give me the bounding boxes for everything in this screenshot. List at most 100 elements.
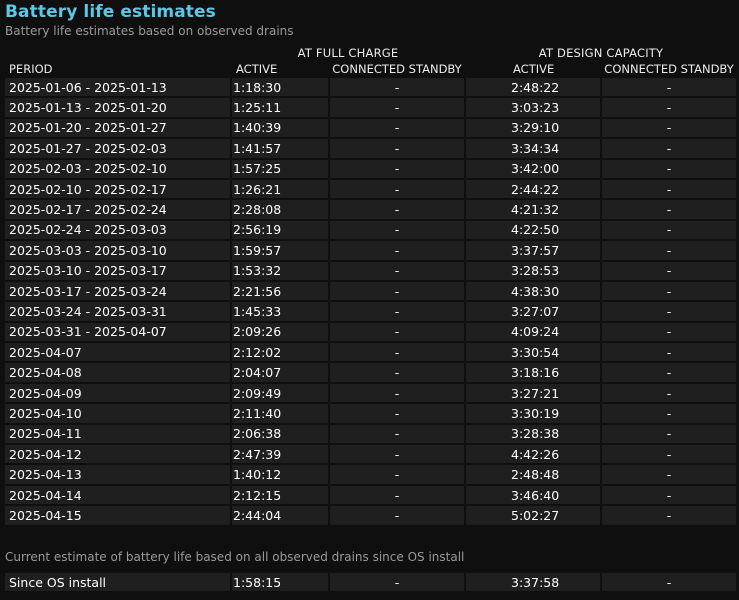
full-charge-active-cell: 1:57:25 (232, 159, 328, 178)
table-row: 2025-02-03 - 2025-02-10 1:57:25-3:42:00- (5, 159, 737, 178)
header-at-full-charge: AT FULL CHARGE (297, 46, 399, 60)
design-capacity-standby-cell: - (602, 281, 737, 301)
full-charge-active-cell: 1:45:33 (232, 302, 328, 321)
group-header-row: AT FULL CHARGE AT DESIGN CAPACITY (5, 46, 736, 60)
full-charge-standby-cell: - (330, 200, 465, 219)
full-charge-active-cell: 2:09:49 (232, 383, 328, 403)
period-cell: 2025-04-13 (5, 465, 230, 484)
period-cell: 2025-04-12 (5, 445, 230, 464)
design-capacity-active-cell: 3:27:07 (466, 302, 601, 321)
period-cell: 2025-02-10 - 2025-02-17 (5, 179, 230, 199)
table-row: 2025-04-14 2:12:15-3:46:40- (5, 485, 737, 505)
design-capacity-active-cell: 4:22:50 (466, 220, 601, 240)
period-cell: 2025-01-27 - 2025-02-03 (5, 139, 230, 158)
full-charge-active-cell: 2:44:04 (232, 506, 328, 525)
period-cell: 2025-04-11 (5, 424, 230, 444)
design-capacity-standby-cell: - (602, 424, 737, 444)
period-cell: 2025-03-03 - 2025-03-10 (5, 241, 230, 260)
current-estimate-caption: Current estimate of battery life based o… (5, 550, 465, 564)
full-charge-standby-cell: - (330, 302, 465, 321)
full-charge-active-cell: 1:26:21 (232, 179, 328, 199)
full-charge-active-cell: 2:47:39 (232, 445, 328, 464)
table-row: 2025-04-12 2:47:39-4:42:26- (5, 445, 737, 464)
period-cell: 2025-01-13 - 2025-01-20 (5, 98, 230, 117)
header-full-charge-connected-standby: CONNECTED STANDBY (332, 62, 462, 76)
design-capacity-standby-cell: - (602, 241, 737, 260)
design-capacity-standby-cell: - (602, 261, 737, 280)
table-row: 2025-03-03 - 2025-03-10 1:59:57-3:37:57- (5, 241, 737, 260)
full-charge-active-cell: 1:40:12 (232, 465, 328, 484)
table-row: 2025-02-17 - 2025-02-24 2:28:08-4:21:32- (5, 200, 737, 219)
design-capacity-active-cell: 3:42:00 (466, 159, 601, 178)
full-charge-active-cell: 2:12:15 (232, 485, 328, 505)
full-charge-standby-cell: - (330, 241, 465, 260)
full-charge-standby-cell: - (330, 118, 465, 138)
design-capacity-standby-cell: - (602, 383, 737, 403)
full-charge-standby-cell: - (330, 404, 465, 423)
design-capacity-active-cell: 3:34:34 (466, 139, 601, 158)
full-charge-standby-cell: - (330, 261, 465, 280)
design-capacity-active-cell: 3:30:54 (466, 343, 601, 362)
design-capacity-active-cell: 3:46:40 (466, 485, 601, 505)
period-cell: 2025-02-24 - 2025-03-03 (5, 220, 230, 240)
period-cell: 2025-03-31 - 2025-04-07 (5, 322, 230, 342)
table-row: 2025-04-10 2:11:40-3:30:19- (5, 404, 737, 423)
full-charge-active-cell: 2:11:40 (232, 404, 328, 423)
design-capacity-standby-cell: - (602, 343, 737, 362)
full-charge-active-cell: 1:41:57 (232, 139, 328, 158)
period-cell: 2025-04-09 (5, 383, 230, 403)
full-charge-standby-cell: - (330, 179, 465, 199)
report-title: Battery life estimates (5, 2, 216, 22)
design-capacity-standby-cell: - (602, 404, 737, 423)
design-capacity-active-cell: 2:48:48 (466, 465, 601, 484)
design-capacity-standby-cell: - (602, 445, 737, 464)
full-charge-standby-cell: - (330, 485, 465, 505)
period-cell: 2025-04-07 (5, 343, 230, 362)
period-cell: 2025-03-10 - 2025-03-17 (5, 261, 230, 280)
period-cell: 2025-03-17 - 2025-03-24 (5, 281, 230, 301)
full-charge-standby-cell: - (330, 78, 465, 97)
design-capacity-standby-cell: - (602, 118, 737, 138)
design-capacity-active-cell: 3:30:19 (466, 404, 601, 423)
full-charge-standby-cell: - (330, 98, 465, 117)
design-capacity-active-cell: 3:18:16 (466, 363, 601, 382)
full-charge-active-cell: 2:06:38 (232, 424, 328, 444)
full-charge-standby-cell: - (330, 159, 465, 178)
design-capacity-active-cell: 4:21:32 (466, 200, 601, 219)
full-charge-active-cell: 1:59:57 (232, 241, 328, 260)
header-full-charge-active: ACTIVE (236, 62, 278, 76)
table-row: 2025-04-09 2:09:49-3:27:21- (5, 383, 737, 403)
design-capacity-active-cell: 4:09:24 (466, 322, 601, 342)
design-capacity-active-cell: 2:48:22 (466, 78, 601, 97)
report-subtitle: Battery life estimates based on observed… (5, 24, 294, 38)
period-cell: 2025-02-17 - 2025-02-24 (5, 200, 230, 219)
design-capacity-active-cell: 3:28:53 (466, 261, 601, 280)
table-row: 2025-01-27 - 2025-02-03 1:41:57-3:34:34- (5, 139, 737, 158)
table-row: 2025-04-15 2:44:04-5:02:27- (5, 506, 737, 525)
design-capacity-active-cell: 4:42:26 (466, 445, 601, 464)
design-capacity-active-cell: 3:27:21 (466, 383, 601, 403)
full-charge-standby-cell: - (330, 343, 465, 362)
design-capacity-standby-cell: - (602, 179, 737, 199)
full-charge-active-cell: 1:18:30 (232, 78, 328, 97)
full-charge-standby-cell: - (330, 383, 465, 403)
header-at-design-capacity: AT DESIGN CAPACITY (538, 46, 664, 60)
full-charge-standby-cell: - (330, 445, 465, 464)
period-cell: 2025-04-10 (5, 404, 230, 423)
full-charge-standby-cell: - (330, 506, 465, 525)
design-capacity-standby-cell: - (602, 302, 737, 321)
table-row: 2025-03-24 - 2025-03-31 1:45:33-3:27:07- (5, 302, 737, 321)
full-charge-active-cell: 1:25:11 (232, 98, 328, 117)
table-row: 2025-04-08 2:04:07-3:18:16- (5, 363, 737, 382)
full-charge-standby-cell: - (330, 281, 465, 301)
current-estimate-table: Since OS install 1:58:15 - 3:37:58 - (3, 571, 738, 593)
period-cell: 2025-04-15 (5, 506, 230, 525)
design-capacity-active-cell: 2:44:22 (466, 179, 601, 199)
full-charge-standby-cell: - (330, 139, 465, 158)
header-design-capacity-active: ACTIVE (513, 62, 555, 76)
table-row: Since OS install 1:58:15 - 3:37:58 - (5, 573, 736, 592)
design-capacity-standby-cell: - (602, 159, 737, 178)
full-charge-active-cell: 2:12:02 (232, 343, 328, 362)
period-cell: 2025-02-03 - 2025-02-10 (5, 159, 230, 178)
table-row: 2025-01-20 - 2025-01-27 1:40:39-3:29:10- (5, 118, 737, 138)
